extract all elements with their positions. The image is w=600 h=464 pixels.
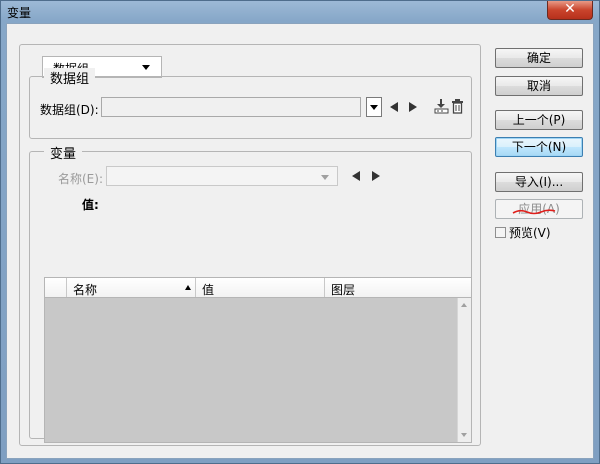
chevron-down-icon <box>142 65 150 70</box>
table-header-spacer <box>45 278 67 297</box>
main-panel: 数据组 数据组 数据组(D): <box>19 44 481 446</box>
column-header-name-label: 名称 <box>73 283 98 297</box>
dataset-groupbox: 数据组 数据组(D): <box>29 68 472 139</box>
trash-icon[interactable] <box>451 98 464 114</box>
variable-name-label: 名称(E): <box>58 172 103 186</box>
nav-right-icon[interactable] <box>409 102 417 112</box>
scroll-up-icon[interactable] <box>461 303 467 307</box>
variables-group-title: 变量 <box>44 143 83 162</box>
nav-right-icon[interactable] <box>372 171 380 181</box>
nav-left-icon[interactable] <box>390 102 398 112</box>
table-scrollbar[interactable] <box>457 298 471 442</box>
dataset-group-title: 数据组 <box>44 68 96 87</box>
sort-ascending-icon <box>185 285 191 290</box>
dataset-field-label: 数据组(D): <box>40 103 99 117</box>
variable-value-label: 值: <box>82 198 99 212</box>
column-header-layer-label: 图层 <box>331 283 356 297</box>
column-header-value-label: 值 <box>202 283 215 297</box>
variable-name-field[interactable] <box>106 166 338 186</box>
next-button[interactable]: 下一个(N) <box>495 137 583 157</box>
dataset-field[interactable] <box>101 97 361 117</box>
dataset-dropdown-button[interactable] <box>366 97 382 117</box>
scroll-down-icon[interactable] <box>461 433 467 437</box>
dialog-body: 数据组 数据组 数据组(D): <box>6 23 594 459</box>
previous-button[interactable]: 上一个(P) <box>495 110 583 130</box>
red-underline-annotation <box>512 209 556 215</box>
import-dataset-icon[interactable] <box>433 97 449 115</box>
table-header: 名称 值 图层 <box>45 278 471 298</box>
window-title: 变量 <box>7 6 32 20</box>
close-icon: ✕ <box>564 1 576 17</box>
title-bar[interactable]: 变量 ✕ <box>1 1 599 23</box>
import-button[interactable]: 导入(I)... <box>495 172 583 192</box>
variables-dialog: 变量 ✕ 数据组 数据组 数据组(D): <box>0 0 600 464</box>
column-header-layer[interactable]: 图层 <box>325 278 471 297</box>
close-button[interactable]: ✕ <box>547 1 593 20</box>
column-header-name[interactable]: 名称 <box>67 278 196 297</box>
preview-checkbox[interactable] <box>495 227 506 238</box>
cancel-button[interactable]: 取消 <box>495 76 583 96</box>
ok-button[interactable]: 确定 <box>495 48 583 68</box>
chevron-down-icon <box>370 105 378 110</box>
column-header-value[interactable]: 值 <box>196 278 325 297</box>
chevron-down-icon <box>321 175 329 180</box>
preview-label[interactable]: 预览(V) <box>509 224 551 241</box>
variables-table[interactable]: 名称 值 图层 <box>44 277 472 443</box>
nav-left-icon[interactable] <box>352 171 360 181</box>
